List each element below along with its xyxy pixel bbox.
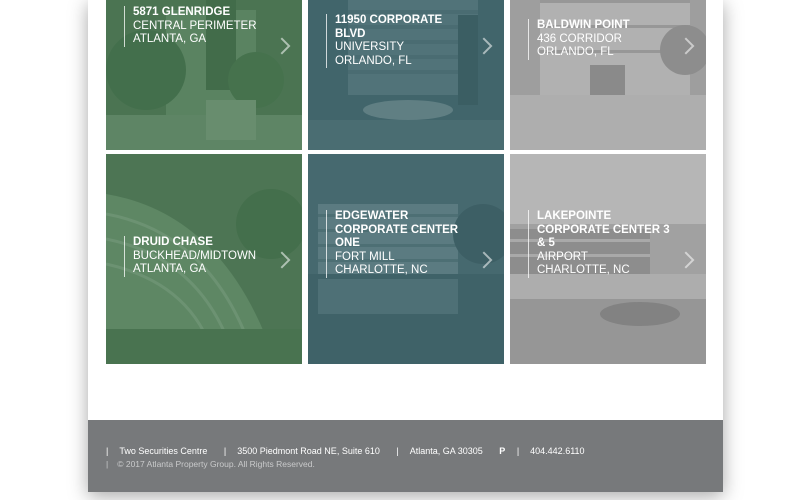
property-tile[interactable]: BALDWIN POINT 436 CORRIDOR ORLANDO, FL <box>510 0 706 150</box>
property-name-line-2: CORPORATE CENTER <box>335 223 459 236</box>
property-city: ATLANTA, GA <box>133 263 207 275</box>
property-name: 5871 GLENRIDGE <box>133 6 231 18</box>
property-name: LAKEPOINTE <box>537 210 612 222</box>
property-city: ATLANTA, GA <box>133 33 207 45</box>
divider: | <box>396 446 399 456</box>
footer-copyright: © 2017 Atlanta Property Group. All Right… <box>117 459 315 469</box>
property-caption: 5871 GLENRIDGE CENTRAL PERIMETER ATLANTA… <box>124 6 278 47</box>
footer-phone-label: P <box>499 446 506 456</box>
footer-building-name: Two Securities Centre <box>119 446 208 456</box>
footer-contact: | Two Securities Centre | 3500 Piedmont Ro… <box>106 446 585 456</box>
property-submarket: BUCKHEAD/MIDTOWN <box>133 249 257 262</box>
property-submarket: FORT MILL <box>335 250 395 263</box>
property-name-line-2: BLVD <box>335 27 366 40</box>
property-name: BALDWIN POINT <box>537 19 630 31</box>
property-city: CHARLOTTE, NC <box>537 264 630 276</box>
property-caption: EDGEWATER CORPORATE CENTER ONE FORT MILL… <box>326 210 480 278</box>
footer-phone[interactable]: 404.442.6110 <box>530 446 584 456</box>
property-tile[interactable]: 5871 GLENRIDGE CENTRAL PERIMETER ATLANTA… <box>106 0 302 150</box>
property-caption: DRUID CHASE BUCKHEAD/MIDTOWN ATLANTA, GA <box>124 236 278 277</box>
property-name-line-3: ONE <box>335 237 360 249</box>
footer-street: 3500 Piedmont Road NE, Suite 610 <box>237 446 380 456</box>
property-city: ORLANDO, FL <box>537 46 614 58</box>
property-submarket: CENTRAL PERIMETER <box>133 19 257 32</box>
property-city: CHARLOTTE, NC <box>335 264 428 276</box>
page-container: 5871 GLENRIDGE CENTRAL PERIMETER ATLANTA… <box>88 0 723 492</box>
property-tile[interactable]: EDGEWATER CORPORATE CENTER ONE FORT MILL… <box>308 154 504 364</box>
divider: | <box>106 446 109 456</box>
divider: | <box>106 459 109 469</box>
property-submarket: UNIVERSITY <box>335 41 405 53</box>
property-name: 11950 CORPORATE <box>335 14 443 26</box>
property-name: EDGEWATER <box>335 210 409 222</box>
site-footer: | Two Securities Centre | 3500 Piedmont Ro… <box>88 420 723 492</box>
property-city: ORLANDO, FL <box>335 54 412 67</box>
property-caption: BALDWIN POINT 436 CORRIDOR ORLANDO, FL <box>528 19 682 60</box>
property-name-line-3: & 5 <box>537 237 555 249</box>
footer-copyright-row: | © 2017 Atlanta Property Group. All Righ… <box>106 459 315 469</box>
property-caption: LAKEPOINTE CORPORATE CENTER 3 & 5 AIRPOR… <box>528 210 682 278</box>
property-tile[interactable]: LAKEPOINTE CORPORATE CENTER 3 & 5 AIRPOR… <box>510 154 706 364</box>
divider: | <box>223 446 227 456</box>
property-name-line-2: CORPORATE CENTER 3 <box>537 223 670 236</box>
divider: | <box>516 446 520 456</box>
property-caption: 11950 CORPORATE BLVD UNIVERSITY ORLANDO,… <box>326 14 480 68</box>
footer-city: Atlanta, GA 30305 <box>409 446 483 456</box>
property-name: DRUID CHASE <box>133 236 213 248</box>
property-submarket: 436 CORRIDOR <box>537 32 622 45</box>
property-grid: 5871 GLENRIDGE CENTRAL PERIMETER ATLANTA… <box>106 0 706 364</box>
property-submarket: AIRPORT <box>537 250 588 263</box>
property-tile[interactable]: DRUID CHASE BUCKHEAD/MIDTOWN ATLANTA, GA <box>106 154 302 364</box>
property-tile[interactable]: 11950 CORPORATE BLVD UNIVERSITY ORLANDO,… <box>308 0 504 150</box>
